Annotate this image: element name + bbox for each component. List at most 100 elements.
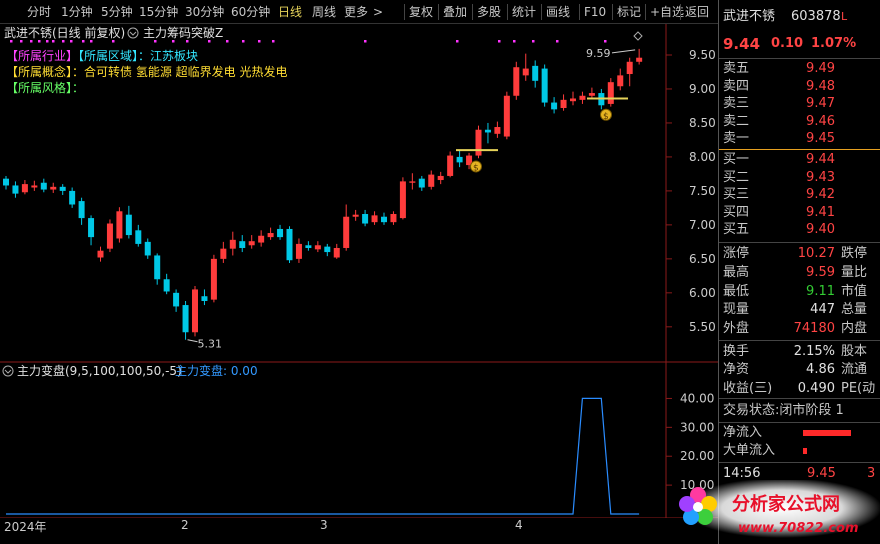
tool-button-0[interactable]: 复权 bbox=[409, 3, 433, 21]
low-label: 5.31 bbox=[198, 338, 223, 351]
stat2-label: 换手 bbox=[723, 344, 750, 359]
kline-chart[interactable]: 武进不锈(日线 前复权) 主力筹码突破Z 【所属行业】【所属区域】：江苏板块 【… bbox=[0, 24, 718, 519]
price-tick-label: 6.00 bbox=[689, 286, 716, 300]
buy-level-5[interactable]: 买五 9.40 bbox=[719, 221, 880, 239]
tool-button-4[interactable]: 画线 bbox=[546, 3, 570, 21]
quote-panel: 武进不锈 603878 L 9.44 0.10 1.07% 卖五 9.49 卖四 9.… bbox=[718, 0, 880, 544]
stat-label: 外盘 bbox=[723, 321, 750, 337]
tag-industry: 【所属行业】 bbox=[6, 49, 78, 63]
candle-body bbox=[399, 181, 406, 219]
signal-dot bbox=[456, 40, 459, 43]
price-tick-label: 7.00 bbox=[689, 218, 716, 232]
candle-body bbox=[475, 129, 482, 156]
diamond-icon[interactable] bbox=[633, 31, 643, 41]
price-tick-label: 7.50 bbox=[689, 184, 716, 198]
tool-button-7[interactable]: +自选 bbox=[650, 3, 684, 21]
candle-body bbox=[50, 186, 57, 190]
tool-button-6[interactable]: 标记 bbox=[617, 3, 641, 21]
period-tab-4[interactable]: 30分钟 bbox=[185, 3, 224, 21]
stat2-extra: PE(动 bbox=[841, 380, 876, 396]
last-price: 9.44 bbox=[723, 35, 761, 53]
stat2-value: 0.490 bbox=[797, 380, 835, 396]
buy-level-2[interactable]: 买二 9.43 bbox=[719, 169, 880, 187]
info-line-industry: 【所属行业】【所属区域】：江苏板块 bbox=[6, 49, 198, 63]
price-tick-label: 9.00 bbox=[689, 82, 716, 96]
period-tab-2[interactable]: 5分钟 bbox=[101, 3, 133, 21]
sell-level-5[interactable]: 卖五 9.49 bbox=[719, 60, 880, 78]
buy-level-3[interactable]: 买三 9.42 bbox=[719, 186, 880, 204]
buy-label: 买二 bbox=[723, 169, 750, 185]
tool-button-2[interactable]: 多股 bbox=[477, 3, 501, 21]
buy-level-1[interactable]: 买一 9.44 bbox=[719, 151, 880, 169]
sub-tick-label: 20.00 bbox=[680, 449, 714, 463]
tool-button-3[interactable]: 统计 bbox=[512, 3, 536, 21]
buy-price: 9.42 bbox=[806, 187, 835, 203]
period-tab-7[interactable]: 周线 bbox=[312, 3, 336, 21]
candle-body bbox=[371, 215, 378, 223]
stat2-value: 4.86 bbox=[806, 362, 835, 378]
stock-header[interactable]: 武进不锈 603878 L bbox=[719, 8, 880, 26]
candle-body bbox=[626, 61, 633, 75]
candle-body bbox=[494, 127, 501, 134]
signal-dot bbox=[242, 40, 245, 43]
candle-body bbox=[248, 241, 255, 246]
stat2-row: 换手 2.15% 股本 bbox=[719, 343, 880, 361]
period-tab-5[interactable]: 60分钟 bbox=[231, 3, 270, 21]
candle-body bbox=[305, 245, 312, 248]
signal-dot bbox=[38, 40, 41, 43]
candle-body bbox=[636, 57, 643, 62]
candle-body bbox=[418, 178, 425, 188]
indicator-chevron-icon[interactable] bbox=[127, 27, 139, 39]
sell-level-1[interactable]: 卖一 9.45 bbox=[719, 130, 880, 148]
stat2-row: 净资 4.86 流通 bbox=[719, 361, 880, 379]
sell-price: 9.49 bbox=[806, 61, 835, 76]
candle-body bbox=[551, 102, 558, 110]
period-tab-3[interactable]: 15分钟 bbox=[139, 3, 178, 21]
sell-label: 卖五 bbox=[723, 61, 750, 76]
candle-body bbox=[12, 185, 19, 194]
candle-body bbox=[154, 255, 161, 280]
sell-level-3[interactable]: 卖三 9.47 bbox=[719, 95, 880, 113]
candle-body bbox=[381, 216, 387, 223]
candle-body bbox=[295, 243, 302, 259]
signal-dot bbox=[52, 40, 55, 43]
stat-extra: 内盘 bbox=[841, 321, 868, 337]
signal-dot bbox=[82, 40, 85, 43]
sell-level-2[interactable]: 卖二 9.46 bbox=[719, 113, 880, 131]
coin-icon: $ bbox=[600, 108, 612, 122]
buy-level-4[interactable]: 买四 9.41 bbox=[719, 204, 880, 222]
stat2-value: 2.15% bbox=[793, 344, 835, 359]
sub-tick-label: 40.00 bbox=[680, 391, 714, 405]
sell-level-4[interactable]: 卖四 9.48 bbox=[719, 78, 880, 96]
tool-button-1[interactable]: 叠加 bbox=[443, 3, 467, 21]
candle-body bbox=[125, 214, 132, 236]
candle-body bbox=[116, 211, 123, 239]
candle-body bbox=[192, 289, 198, 333]
main-chart-title: 武进不锈(日线 前复权) bbox=[4, 25, 125, 40]
stat2-label: 净资 bbox=[723, 362, 750, 378]
coin-icon-label: $ bbox=[603, 112, 609, 122]
more-arrow-icon[interactable]: > bbox=[373, 3, 383, 21]
candle-body bbox=[69, 190, 76, 205]
buy-price: 9.44 bbox=[806, 152, 835, 167]
period-tab-0[interactable]: 分时 bbox=[27, 3, 51, 21]
tool-button-8[interactable]: 返回 bbox=[685, 3, 709, 21]
price-tick-label: 8.50 bbox=[689, 116, 716, 130]
candle-body bbox=[97, 250, 104, 258]
candle-body bbox=[106, 223, 113, 249]
stat-value: 74180 bbox=[793, 321, 835, 337]
sub-chart-chevron-icon[interactable] bbox=[2, 365, 14, 377]
sell-label: 卖一 bbox=[723, 131, 750, 147]
trade-state: 交易状态:闭市阶段 1 bbox=[723, 403, 844, 418]
signal-dot bbox=[46, 40, 49, 43]
tag-style: 【所属风格】 bbox=[6, 80, 72, 95]
period-tab-6[interactable]: 日线 bbox=[278, 3, 302, 21]
candle-body bbox=[570, 98, 576, 102]
candle-body bbox=[314, 245, 321, 250]
trade-state-row: 交易状态:闭市阶段 1 bbox=[719, 402, 880, 420]
period-tab-1[interactable]: 1分钟 bbox=[61, 3, 93, 21]
period-tab-8[interactable]: 更多 bbox=[344, 3, 368, 21]
tool-button-5[interactable]: F10 bbox=[584, 3, 606, 21]
candle-body bbox=[210, 258, 217, 300]
candle-body bbox=[21, 184, 28, 193]
